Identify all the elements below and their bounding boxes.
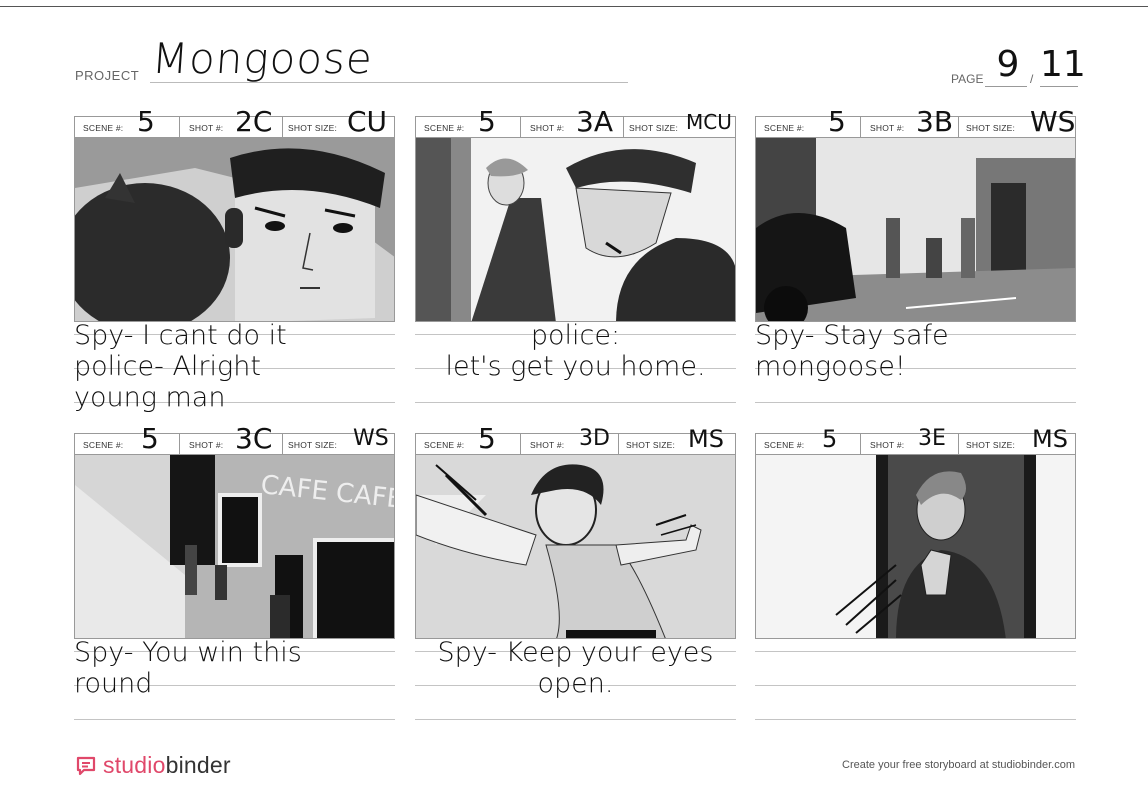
shot-size-label: SHOT SIZE: [626, 440, 676, 450]
page-current-underline [985, 86, 1027, 87]
shot-label: SHOT #: [530, 123, 565, 133]
panel-frame: CAFE CAFE [74, 454, 395, 639]
caption-rule [755, 719, 1076, 720]
brand-name: studiobinder [103, 752, 231, 779]
panel-caption[interactable]: Spy- I cant do it police- Alright young … [74, 320, 395, 413]
scene-label: SCENE #: [764, 440, 805, 450]
brand-suffix: binder [165, 752, 231, 778]
caption-rule [74, 719, 395, 720]
shot-size-value: MS [1032, 425, 1068, 453]
project-underline [150, 82, 628, 83]
shot-size-value: CU [347, 105, 388, 138]
scene-number: 5 [478, 105, 496, 138]
header-divider [179, 434, 180, 454]
scene-label: SCENE #: [764, 123, 805, 133]
header-divider [958, 117, 959, 137]
scene-label: SCENE #: [83, 123, 124, 133]
shot-number: 3E [918, 426, 946, 451]
panel-header: SCENE #: 5 SHOT #: 3D SHOT SIZE: MS [415, 424, 736, 454]
panel-frame [755, 137, 1076, 322]
header-divider [282, 434, 283, 454]
panel-header: SCENE #: 5 SHOT #: 3B SHOT SIZE: WS [755, 107, 1076, 137]
project-name: Mongoose [150, 34, 375, 83]
scene-label: SCENE #: [83, 440, 124, 450]
caption-rule [755, 685, 1076, 686]
panel-caption[interactable]: Spy- You win this round [74, 637, 395, 699]
panel-frame [415, 137, 736, 322]
page-separator: / [1030, 72, 1034, 86]
shot-label: SHOT #: [189, 440, 224, 450]
shot-size-label: SHOT SIZE: [288, 440, 338, 450]
header-divider [520, 434, 521, 454]
shot-number: 3C [235, 422, 273, 455]
shot-number: 3A [576, 105, 613, 138]
panel-header: SCENE #: 5 SHOT #: 3A SHOT SIZE: MCU [415, 107, 736, 137]
sketch-closeup-officer [75, 138, 394, 321]
panel-frame [415, 454, 736, 639]
scene-number: 5 [828, 105, 846, 138]
shot-number: 3B [916, 105, 954, 138]
brand-prefix: studio [103, 752, 166, 778]
top-rule [0, 6, 1148, 7]
shot-size-label: SHOT SIZE: [629, 123, 679, 133]
panel-header: SCENE #: 5 SHOT #: 3E SHOT SIZE: MS [755, 425, 1076, 454]
shot-label: SHOT #: [870, 440, 905, 450]
header-divider [860, 434, 861, 454]
page-label: PAGE [951, 72, 984, 86]
sketch-wide-street [756, 138, 1075, 321]
sketch-spy-running [416, 455, 735, 638]
shot-label: SHOT #: [530, 440, 565, 450]
shot-size-label: SHOT SIZE: [966, 440, 1016, 450]
studiobinder-logo[interactable]: studiobinder [75, 752, 231, 779]
header-divider [958, 434, 959, 454]
panel-frame [74, 137, 395, 322]
header-divider [860, 117, 861, 137]
header-divider [623, 117, 624, 137]
shot-size-label: SHOT SIZE: [288, 123, 338, 133]
caption-rule [415, 719, 736, 720]
panel-caption[interactable]: Spy- Stay safe mongoose! [755, 320, 1076, 382]
sketch-spy-at-door [756, 455, 1075, 638]
header-divider [179, 117, 180, 137]
shot-size-value: WS [353, 426, 389, 451]
shot-number: 3D [579, 426, 610, 451]
sketch-cafe-street: CAFE CAFE [75, 455, 394, 638]
page-total: 11 [1040, 44, 1086, 85]
scene-number: 5 [478, 422, 496, 455]
shot-label: SHOT #: [189, 123, 224, 133]
chat-bubble-icon [76, 756, 96, 775]
scene-number: 5 [137, 105, 155, 138]
caption-rule [415, 402, 736, 403]
shot-size-label: SHOT SIZE: [966, 123, 1016, 133]
footer-note: Create your free storyboard at studiobin… [842, 759, 1075, 771]
scene-label: SCENE #: [424, 123, 465, 133]
scene-number: 5 [141, 422, 159, 455]
project-label: PROJECT [75, 68, 140, 83]
sketch-officer-and-spy [416, 138, 735, 321]
caption-rule [755, 651, 1076, 652]
header-divider [520, 117, 521, 137]
header-divider [282, 117, 283, 137]
panel-caption[interactable]: police: let's get you home. [415, 320, 736, 382]
header-divider [618, 434, 619, 454]
shot-size-value: MS [688, 425, 724, 453]
panel-caption[interactable]: Spy- Keep your eyes open. [415, 637, 736, 699]
shot-size-value: WS [1030, 105, 1076, 138]
panel-header: SCENE #: 5 SHOT #: 2C SHOT SIZE: CU [74, 107, 395, 137]
page-current: 9 [996, 44, 1020, 85]
shot-number: 2C [235, 105, 273, 138]
caption-rule [755, 402, 1076, 403]
shot-label: SHOT #: [870, 123, 905, 133]
scene-label: SCENE #: [424, 440, 465, 450]
panel-header: SCENE #: 5 SHOT #: 3C SHOT SIZE: WS [74, 424, 395, 454]
page-total-underline [1040, 86, 1078, 87]
scene-number: 5 [822, 425, 838, 453]
panel-frame [755, 454, 1076, 639]
shot-size-value: MCU [686, 110, 732, 134]
